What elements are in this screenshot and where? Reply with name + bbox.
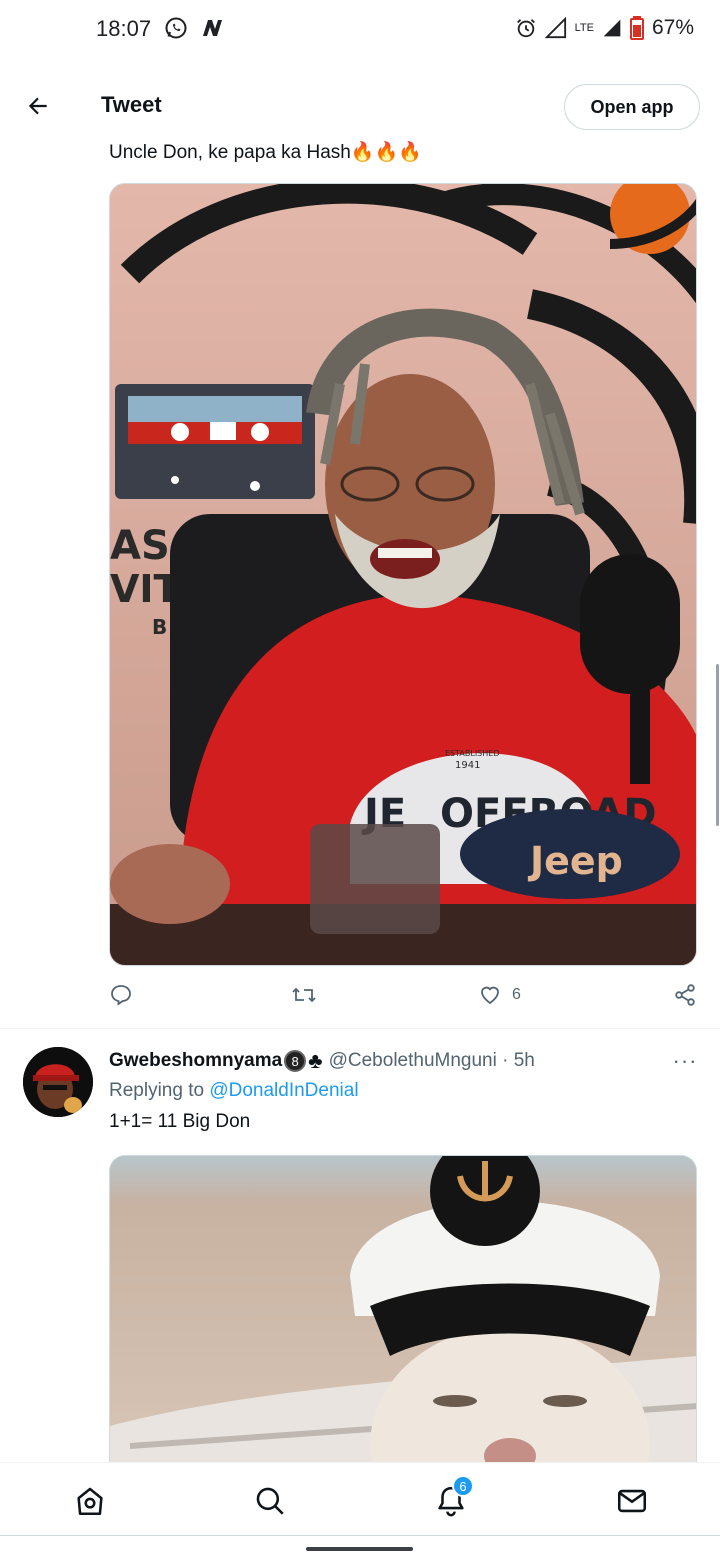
photo-jeep: Jeep: [527, 839, 623, 883]
notifications-badge: 6: [452, 1475, 474, 1497]
retweet-icon: [292, 987, 316, 1003]
photo-established: ESTABLISHED: [445, 749, 499, 758]
retweet-button[interactable]: [291, 983, 327, 1007]
status-time: 18:07: [96, 16, 152, 41]
share-button[interactable]: [673, 983, 697, 1007]
photo-side-letters-1: AS: [110, 523, 170, 569]
lte-label: LTE: [574, 21, 594, 34]
photo-illustration: AS VIT B ESTABLISHED 1941 JE OFFROAD Jee…: [110, 184, 696, 965]
heart-icon: [481, 986, 499, 1005]
signal-icon-2: [603, 19, 621, 37]
photo-illustration: [110, 1156, 696, 1475]
messages-icon: [617, 1489, 647, 1513]
home-icon: [77, 1487, 103, 1516]
scrollbar[interactable]: [716, 664, 719, 826]
status-bar: 18:07 LTE 67%: [0, 0, 720, 60]
n-app-icon: [203, 20, 222, 36]
share-icon: [675, 984, 695, 1006]
back-button[interactable]: [20, 88, 56, 124]
tweet-actions: 6: [109, 983, 697, 1013]
club-suit-icon: ♣: [308, 1048, 323, 1073]
search-icon: [256, 1487, 284, 1515]
replying-to: Replying to @DonaldInDenial: [109, 1080, 359, 1102]
battery-icon: [629, 16, 644, 40]
gesture-bar[interactable]: [306, 1547, 413, 1551]
photo-year: 1941: [455, 760, 480, 771]
nav-messages-button[interactable]: [612, 1481, 652, 1521]
author-name[interactable]: Gwebeshomnyama: [109, 1050, 282, 1072]
avatar-image: [23, 1047, 93, 1117]
whatsapp-icon: [165, 17, 187, 39]
photo-side-letters-3: B: [152, 615, 167, 639]
like-button[interactable]: 6: [478, 983, 521, 1007]
author-handle[interactable]: @CebolethuMnguni · 5h: [329, 1050, 535, 1072]
tweet-header: Tweet Open app: [0, 70, 720, 142]
alarm-icon: [516, 19, 535, 38]
tweet-text: 1+1= 11 Big Don: [109, 1111, 251, 1132]
replying-prefix: Replying to: [109, 1080, 210, 1101]
arrow-left-icon: [28, 97, 47, 115]
like-count: 6: [512, 986, 521, 1003]
status-right-icons: LTE 67%: [515, 16, 694, 40]
reply-button[interactable]: [109, 983, 143, 1007]
tweet-divider: [0, 1028, 720, 1029]
avatar[interactable]: [23, 1047, 93, 1117]
more-options-button[interactable]: ···: [668, 1048, 702, 1074]
tweet-photo[interactable]: [109, 1155, 697, 1475]
photo-side-letters-2: VIT: [110, 567, 180, 611]
replying-mention-link[interactable]: @DonaldInDenial: [209, 1080, 358, 1101]
nav-home-button[interactable]: [70, 1481, 110, 1521]
signal-icon: [544, 17, 566, 39]
battery-percent: 67%: [651, 16, 694, 39]
page-title: Tweet: [101, 92, 162, 117]
open-app-button[interactable]: Open app: [564, 84, 700, 130]
nav-search-button[interactable]: [250, 1481, 290, 1521]
reply-icon: [111, 985, 131, 1006]
tweet-text: Uncle Don, ke papa ka Hash🔥🔥🔥: [109, 142, 422, 163]
nav-divider: [0, 1535, 720, 1536]
eight-ball-icon: 8: [284, 1050, 307, 1072]
tweet-author-row: Gwebeshomnyama 8 ♣ @CebolethuMnguni · 5h: [109, 1048, 535, 1074]
tweet-photo[interactable]: AS VIT B ESTABLISHED 1941 JE OFFROAD Jee…: [109, 183, 697, 966]
status-left-icons: [164, 16, 224, 40]
bottom-nav: [0, 1462, 720, 1536]
